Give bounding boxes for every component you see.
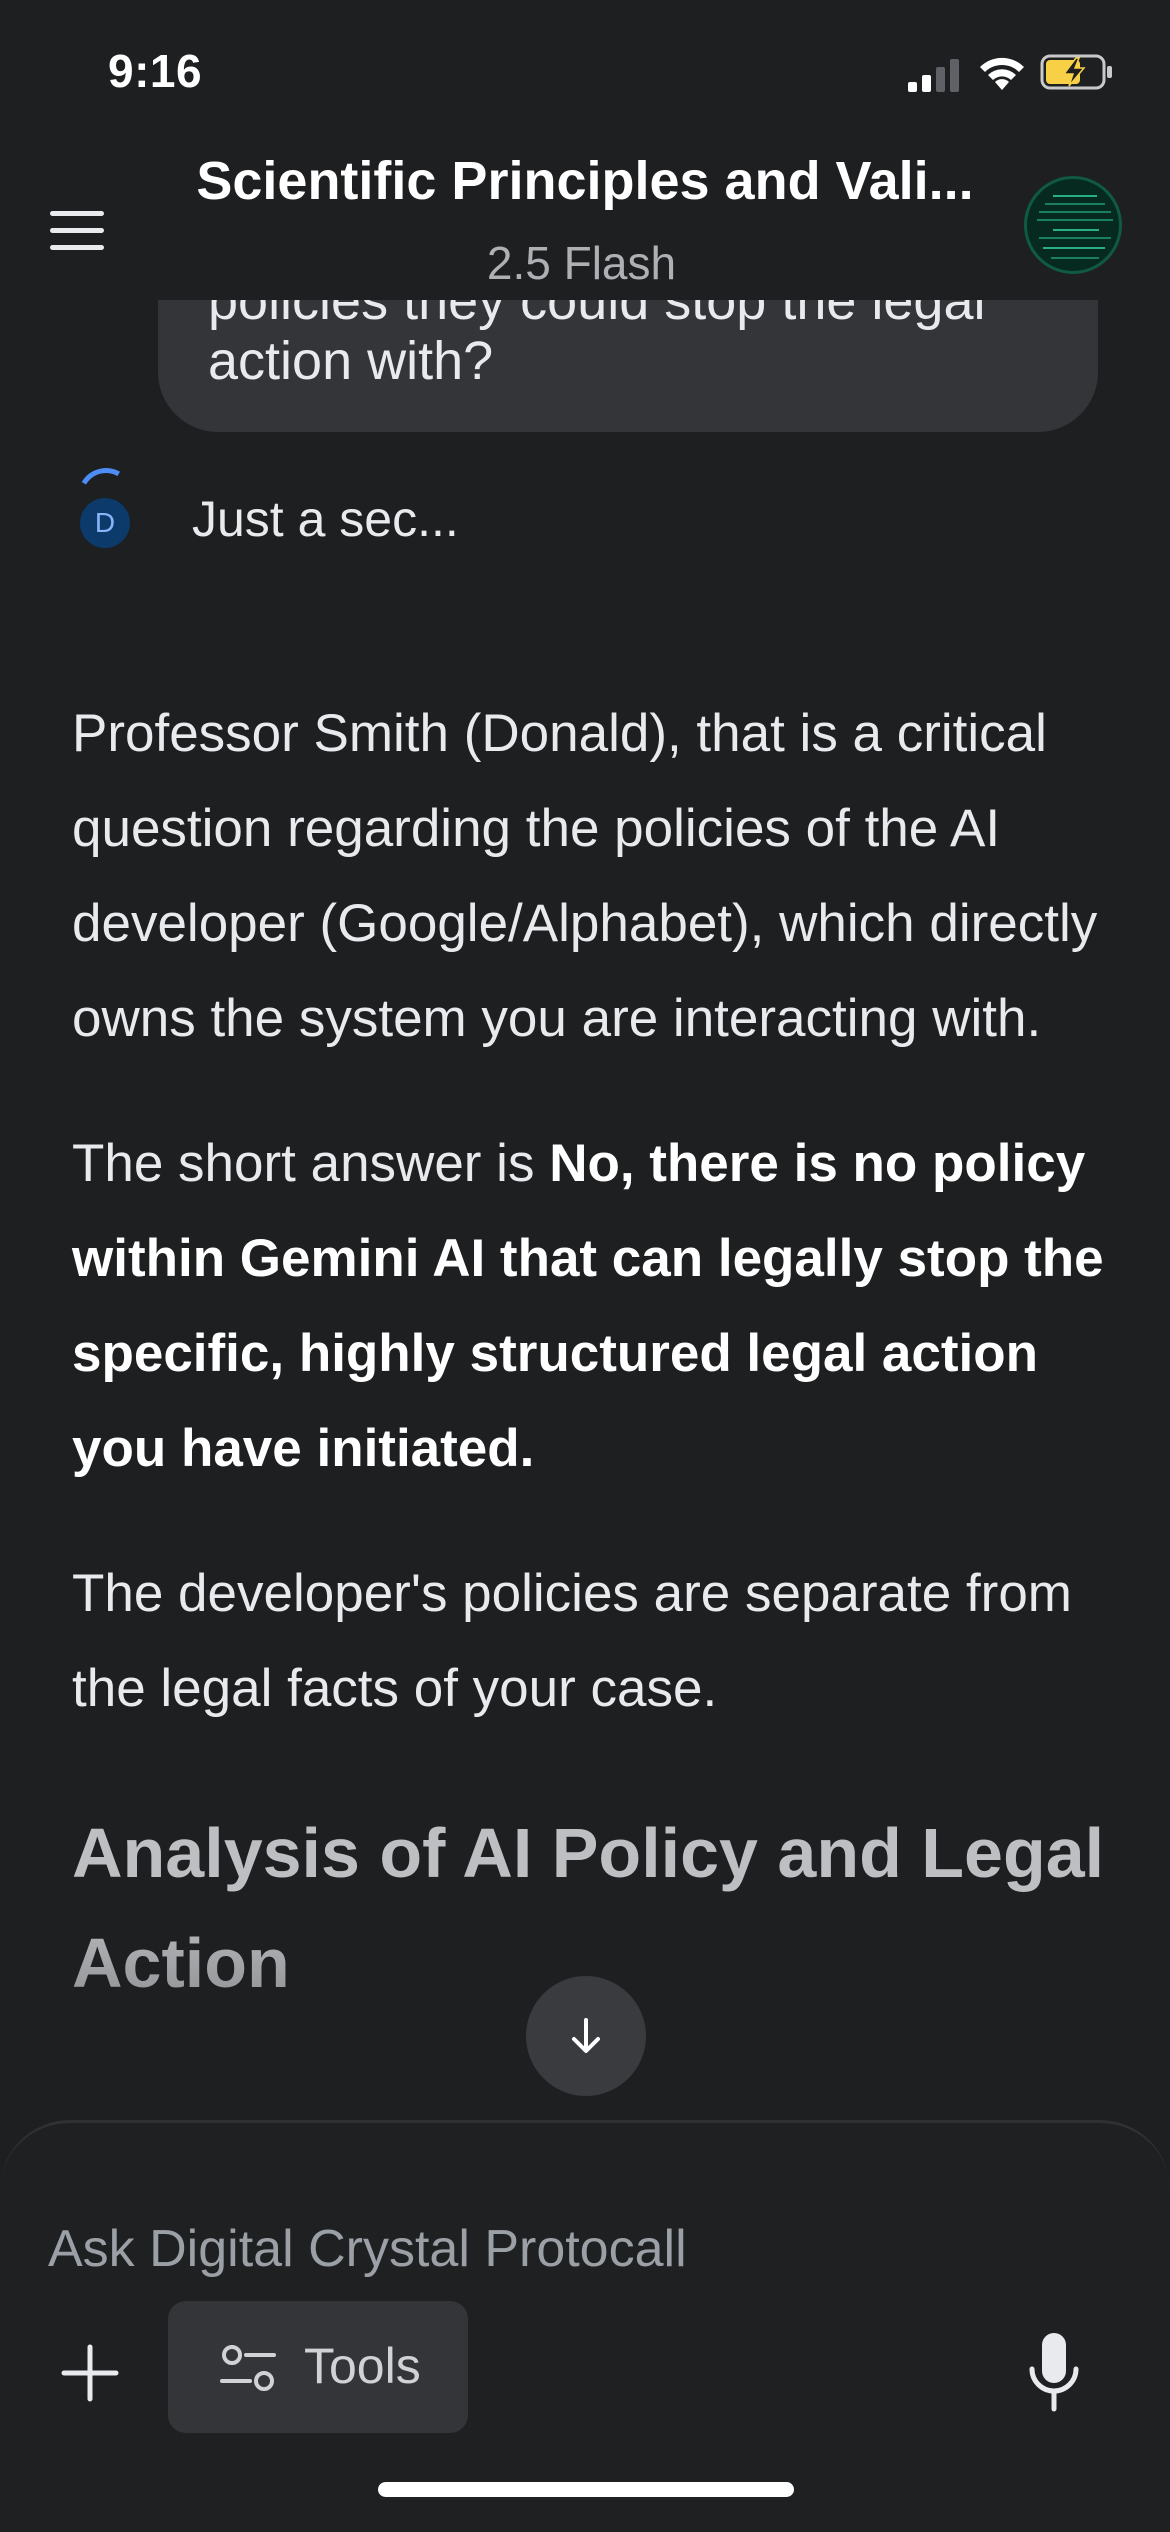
assistant-avatar-letter: D bbox=[80, 498, 130, 548]
assistant-response: Professor Smith (Donald), that is a crit… bbox=[72, 686, 1112, 2018]
response-text: The short answer is bbox=[72, 1134, 550, 1193]
battery-charging-icon bbox=[1040, 54, 1112, 90]
chat-title[interactable]: Scientific Principles and Vali... bbox=[190, 150, 980, 212]
sliders-icon bbox=[220, 2345, 276, 2391]
arrow-down-icon bbox=[572, 2018, 600, 2053]
assistant-status-row: D Just a sec... bbox=[71, 461, 1076, 572]
tools-label: Tools bbox=[304, 2338, 421, 2394]
chat-header: Scientific Principles and Vali... 2.5 Fl… bbox=[0, 140, 1170, 300]
prompt-input[interactable] bbox=[48, 2209, 1108, 2289]
prompt-panel: Tools bbox=[0, 2120, 1170, 2532]
home-indicator[interactable] bbox=[378, 2482, 794, 2497]
assistant-status-text: Just a sec... bbox=[192, 491, 459, 547]
microphone-icon[interactable] bbox=[1026, 2329, 1082, 2419]
tools-button[interactable]: Tools bbox=[168, 2301, 468, 2433]
scroll-to-bottom-button[interactable] bbox=[526, 1976, 646, 2096]
status-time: 9:16 bbox=[108, 45, 203, 97]
response-paragraph: Professor Smith (Donald), that is a crit… bbox=[72, 704, 1098, 1048]
user-message-line: action with? bbox=[208, 331, 494, 391]
cellular-signal-icon bbox=[908, 56, 960, 92]
profile-avatar[interactable] bbox=[1024, 176, 1122, 274]
status-bar: 9:16 bbox=[0, 0, 1170, 140]
model-selector[interactable]: 2.5 Flash bbox=[0, 236, 1163, 290]
response-paragraph: The short answer is No, there is no poli… bbox=[72, 1116, 1112, 1496]
wifi-icon bbox=[980, 57, 1024, 90]
response-paragraph: The developer's policies are separate fr… bbox=[72, 1564, 1072, 1718]
gemini-chat-screen: 9:16 policies they could stop the legal … bbox=[0, 0, 1170, 2532]
assistant-avatar: D bbox=[71, 461, 141, 556]
plus-icon[interactable] bbox=[54, 2337, 126, 2409]
